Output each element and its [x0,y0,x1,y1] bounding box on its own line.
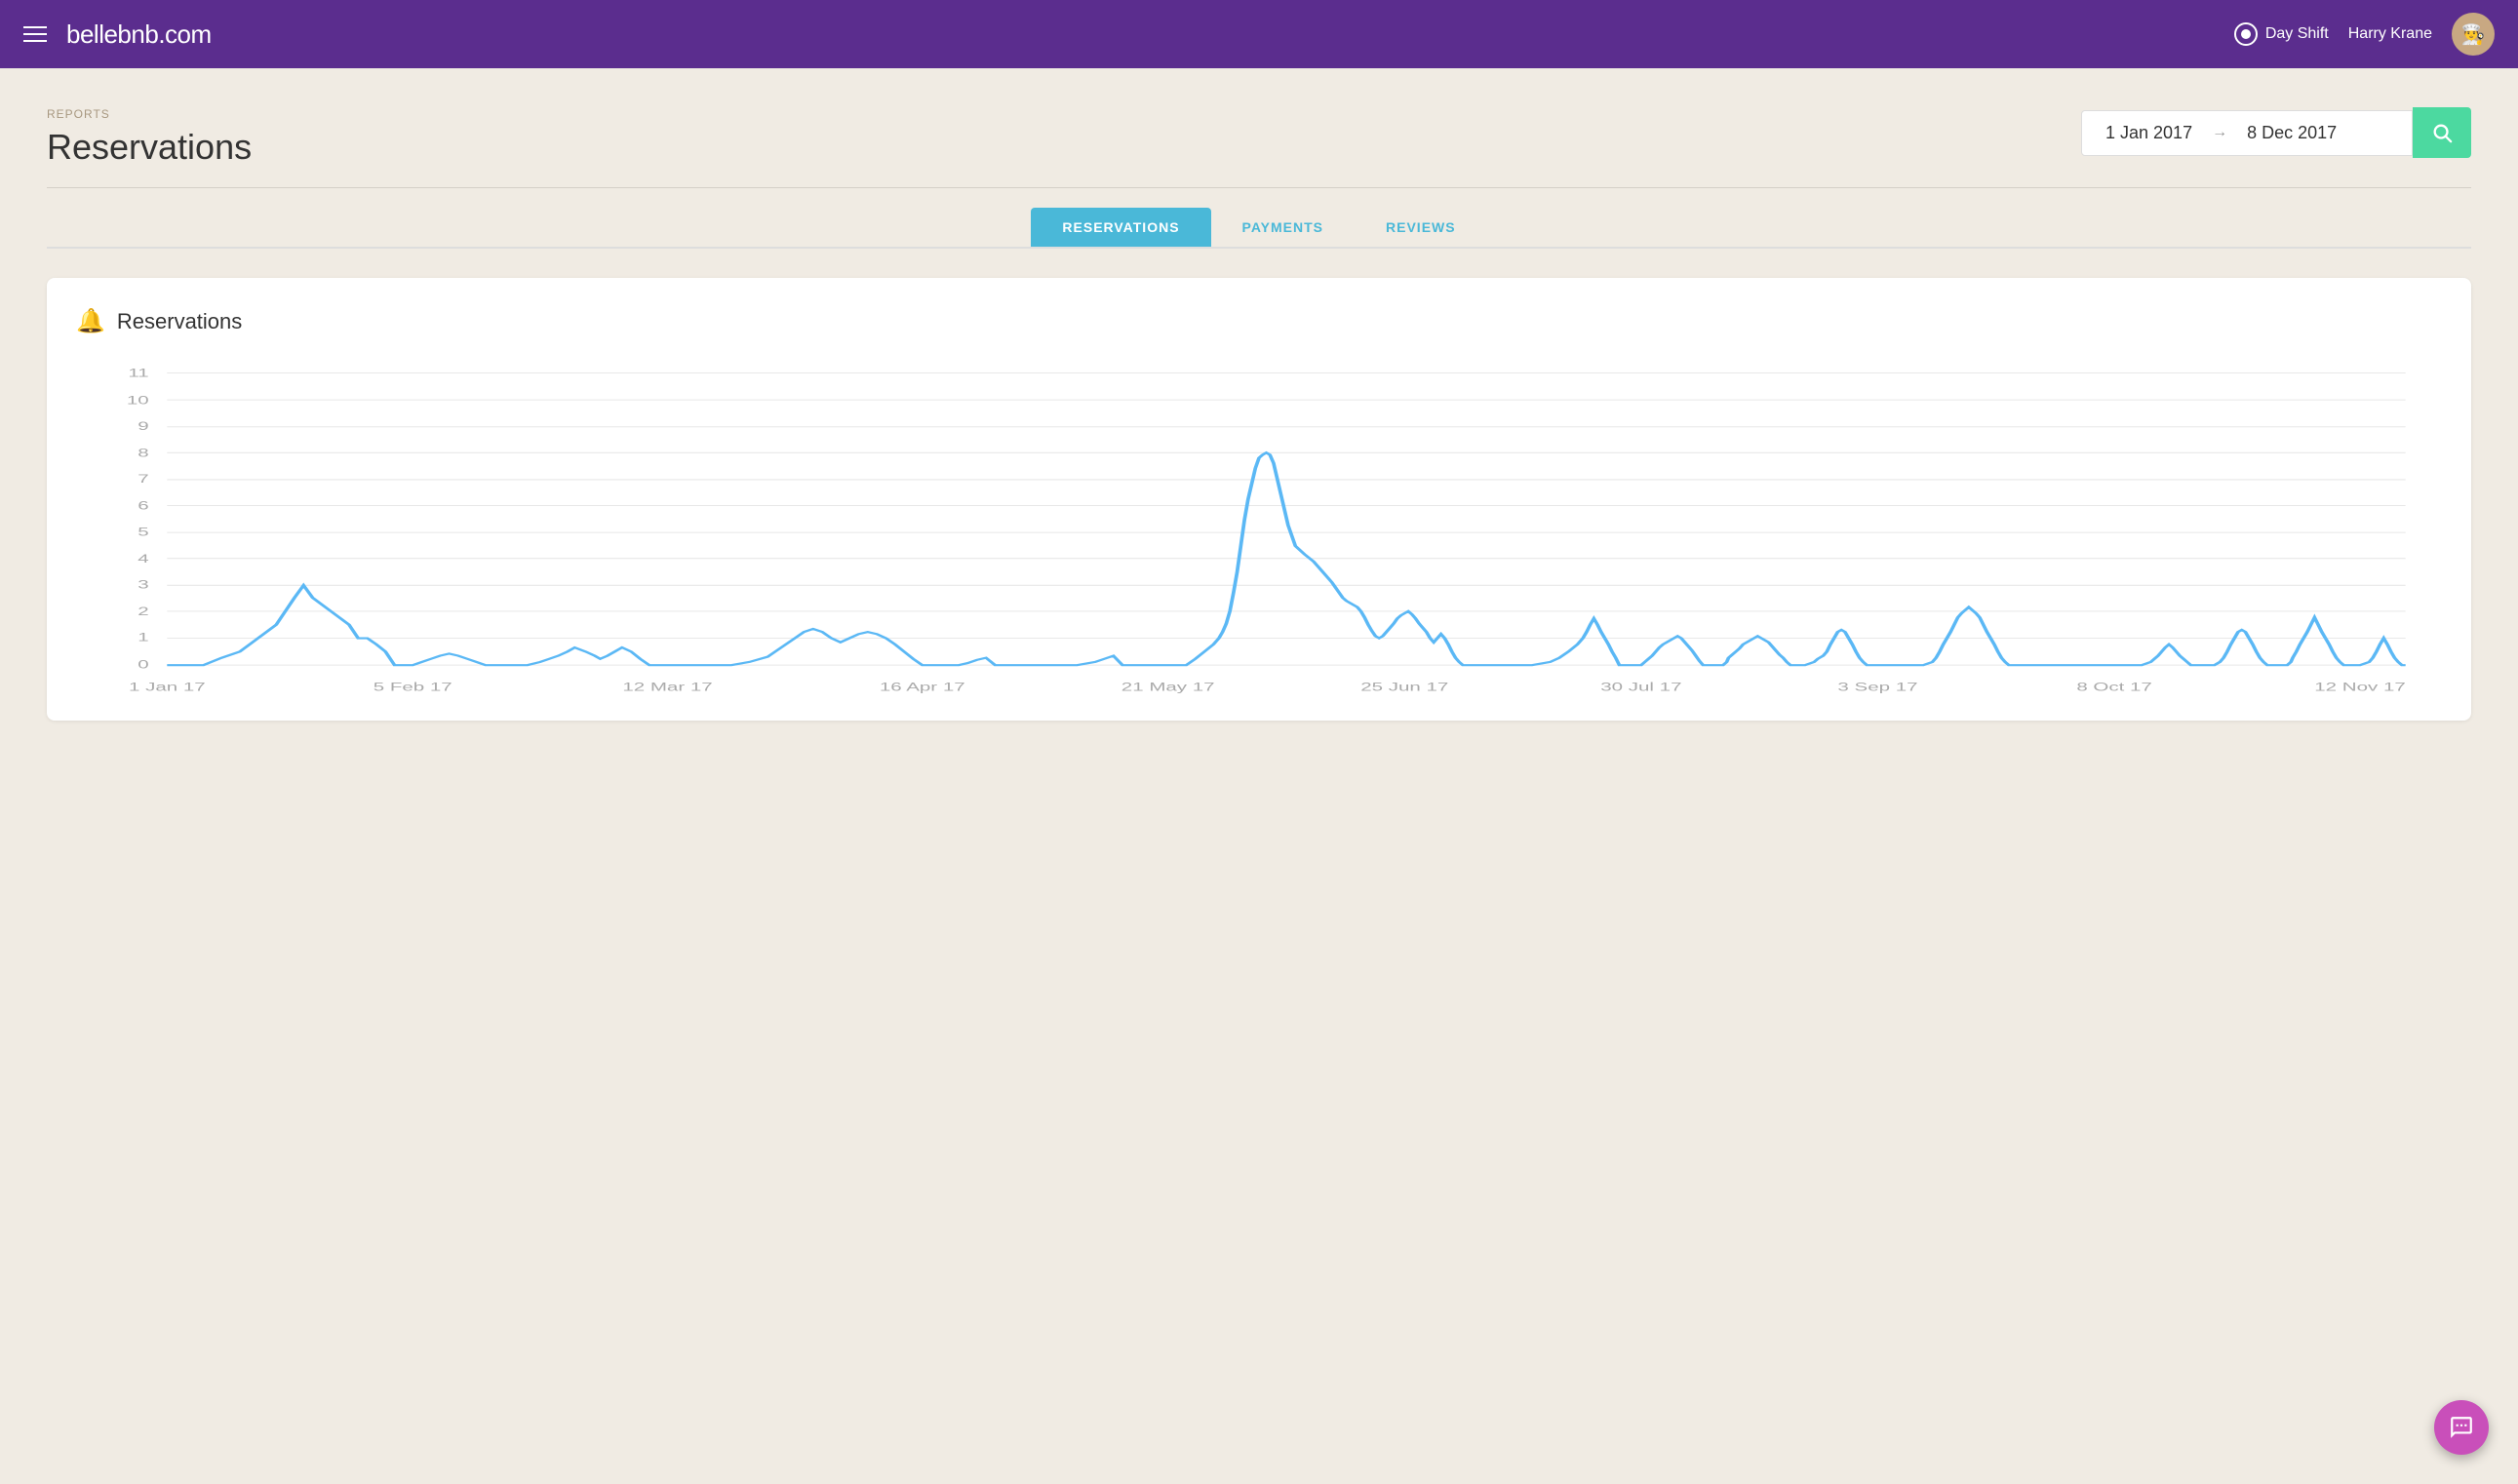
svg-text:11: 11 [128,367,148,379]
svg-text:21 May 17: 21 May 17 [1121,681,1215,693]
sun-icon [2234,22,2258,46]
chart-title: Reservations [117,309,242,334]
date-arrow: → [2212,124,2227,141]
header-left: bellebnb.com [23,20,212,50]
svg-text:3: 3 [138,578,148,591]
search-button[interactable] [2413,107,2471,158]
main-content: REPORTS Reservations 1 Jan 2017 → 8 Dec … [0,68,2518,760]
svg-text:30 Jul 17: 30 Jul 17 [1600,681,1681,693]
svg-text:1 Jan 17: 1 Jan 17 [129,681,206,693]
svg-text:1: 1 [138,631,148,644]
day-shift-label: Day Shift [2265,25,2329,43]
svg-text:9: 9 [138,419,148,432]
svg-text:8 Oct 17: 8 Oct 17 [2076,681,2152,693]
svg-text:12 Mar 17: 12 Mar 17 [622,681,712,693]
date-end: 8 Dec 2017 [2247,123,2337,143]
tab-reservations[interactable]: RESERVATIONS [1031,208,1210,247]
date-range-box[interactable]: 1 Jan 2017 → 8 Dec 2017 [2081,110,2413,156]
search-icon [2431,122,2453,143]
tab-payments[interactable]: PAYMENTS [1211,208,1355,247]
header-right: Day Shift Harry Krane 👨‍🍳 [2234,13,2495,56]
header: bellebnb.com Day Shift Harry Krane 👨‍🍳 [0,0,2518,68]
chat-button[interactable] [2434,1400,2489,1455]
chart-area: .grid-line { stroke: #e8e8e8; stroke-wid… [76,365,2442,701]
day-shift-toggle[interactable]: Day Shift [2234,22,2329,46]
svg-text:2: 2 [138,605,148,618]
svg-text:7: 7 [138,473,148,486]
user-name: Harry Krane [2348,25,2432,43]
tab-reviews[interactable]: REVIEWS [1355,208,1487,247]
chart-title-row: 🔔 Reservations [76,307,2442,335]
svg-text:16 Apr 17: 16 Apr 17 [880,681,965,693]
tabs-container: RESERVATIONS PAYMENTS REVIEWS [47,208,2471,249]
bell-icon: 🔔 [76,307,105,335]
svg-text:12 Nov 17: 12 Nov 17 [2314,681,2405,693]
svg-text:4: 4 [138,552,148,565]
avatar[interactable]: 👨‍🍳 [2452,13,2495,56]
svg-text:5 Feb 17: 5 Feb 17 [374,681,452,693]
logo: bellebnb.com [66,20,212,50]
svg-text:25 Jun 17: 25 Jun 17 [1360,681,1448,693]
page-title: Reservations [47,127,252,168]
svg-text:8: 8 [138,447,148,459]
svg-text:10: 10 [127,394,149,407]
date-search-bar: 1 Jan 2017 → 8 Dec 2017 [2081,107,2471,158]
date-start: 1 Jan 2017 [2105,123,2192,143]
menu-button[interactable] [23,26,47,42]
svg-text:0: 0 [138,658,148,671]
svg-text:5: 5 [138,526,148,538]
reservations-chart: .grid-line { stroke: #e8e8e8; stroke-wid… [76,365,2442,696]
breadcrumb: REPORTS [47,107,252,121]
chat-icon [2449,1415,2474,1440]
svg-text:3 Sep 17: 3 Sep 17 [1837,681,1917,693]
title-section: REPORTS Reservations [47,107,252,168]
chart-card: 🔔 Reservations .grid-line { stroke: #e8e… [47,278,2471,721]
page-header: REPORTS Reservations 1 Jan 2017 → 8 Dec … [47,107,2471,168]
svg-text:6: 6 [138,499,148,512]
divider [47,187,2471,188]
